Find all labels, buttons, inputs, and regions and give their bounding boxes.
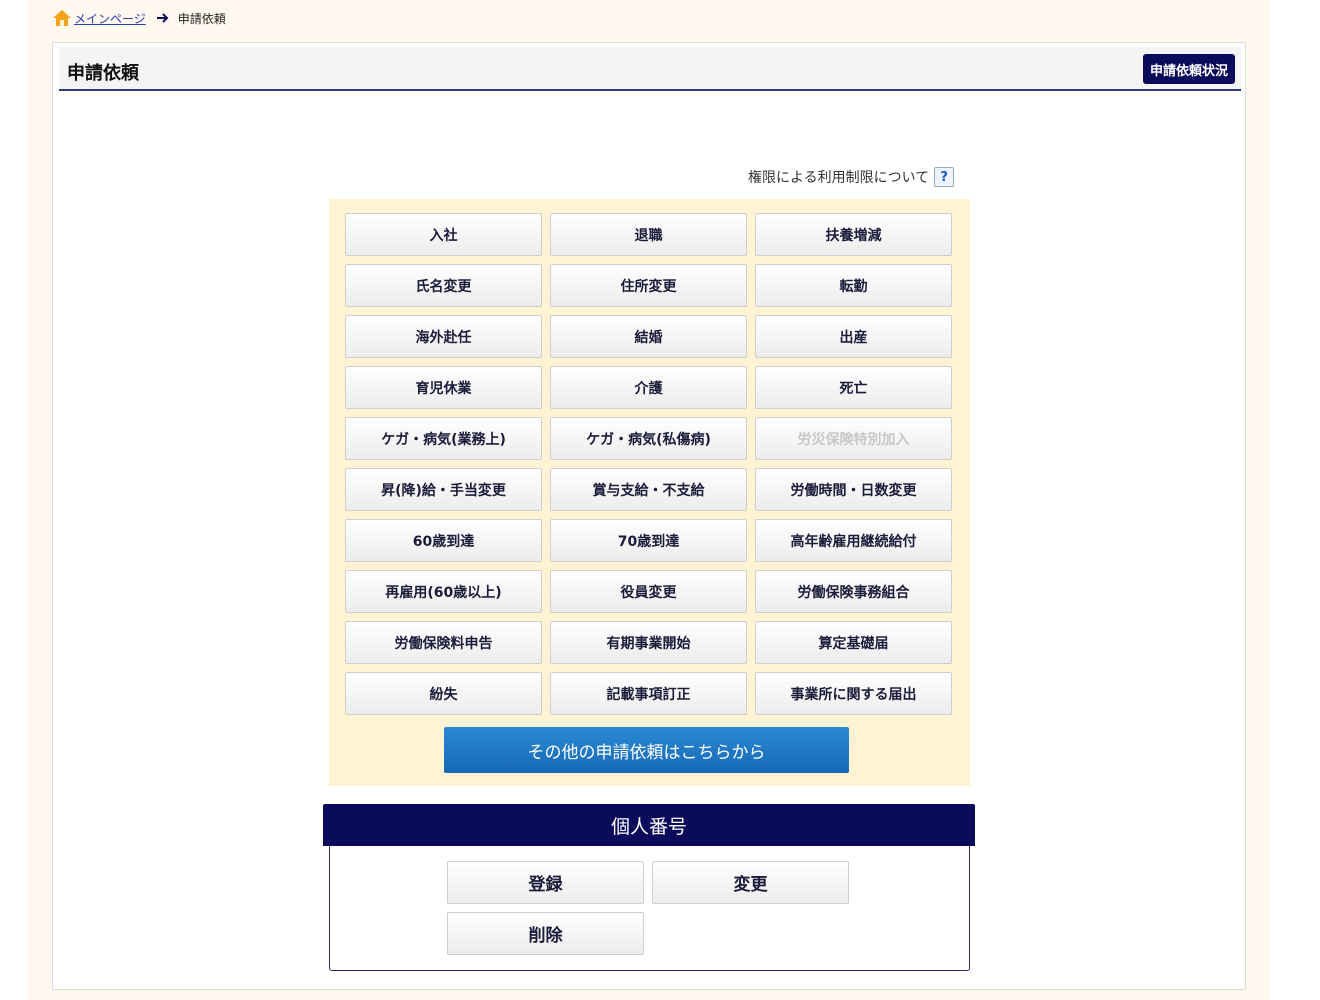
application-button[interactable]: 扶養増減	[755, 213, 952, 256]
request-status-button[interactable]: 申請依頼状況	[1142, 54, 1235, 84]
my-number-header: 個人番号	[323, 804, 975, 846]
application-button[interactable]: 退職	[550, 213, 747, 256]
application-button[interactable]: 介護	[550, 366, 747, 409]
application-button[interactable]: 労働時間・日数変更	[755, 468, 952, 511]
other-applications-button[interactable]: その他の申請依頼はこちらから	[444, 727, 849, 773]
application-button[interactable]: 昇(降)給・手当変更	[345, 468, 542, 511]
delete-button[interactable]: 削除	[447, 912, 644, 955]
application-button[interactable]: ケガ・病気(業務上)	[345, 417, 542, 460]
breadcrumb-home-link[interactable]: メインページ	[74, 10, 146, 27]
application-menu: 入社 退職 扶養増減 氏名変更 住所変更 転勤 海外赴任 結婚 出産 育児休業 介護 死亡 ケガ・病気(…	[329, 199, 970, 786]
application-button[interactable]: 労働保険料申告	[345, 621, 542, 664]
application-button[interactable]: 紛失	[345, 672, 542, 715]
breadcrumb: メインページ 申請依頼	[52, 8, 226, 28]
application-button[interactable]: 事業所に関する届出	[755, 672, 952, 715]
application-button[interactable]: 賞与支給・不支給	[550, 468, 747, 511]
application-button[interactable]: 住所変更	[550, 264, 747, 307]
application-button[interactable]: 氏名変更	[345, 264, 542, 307]
permission-restriction-label[interactable]: 権限による利用制限について	[748, 167, 929, 187]
help-icon[interactable]: ?	[934, 167, 955, 187]
application-button[interactable]: 育児休業	[345, 366, 542, 409]
application-button[interactable]: 労働保険事務組合	[755, 570, 952, 613]
application-button[interactable]: 再雇用(60歳以上)	[345, 570, 542, 613]
application-button[interactable]: 有期事業開始	[550, 621, 747, 664]
my-number-section: 登録 変更 削除	[329, 846, 970, 971]
application-button[interactable]: 転勤	[755, 264, 952, 307]
page-title: 申請依頼	[67, 63, 139, 84]
register-button[interactable]: 登録	[447, 861, 644, 904]
my-number-buttons: 登録 変更 削除	[447, 861, 849, 955]
application-button[interactable]: 入社	[345, 213, 542, 256]
change-button[interactable]: 変更	[652, 861, 849, 904]
application-button[interactable]: 高年齢雇用継続給付	[755, 519, 952, 562]
application-button[interactable]: ケガ・病気(私傷病)	[550, 417, 747, 460]
application-grid: 入社 退職 扶養増減 氏名変更 住所変更 転勤 海外赴任 結婚 出産 育児休業 介護 死亡 ケガ・病気(…	[345, 213, 952, 715]
application-button[interactable]: 記載事項訂正	[550, 672, 747, 715]
application-button[interactable]: 算定基礎届	[755, 621, 952, 664]
application-button[interactable]: 役員変更	[550, 570, 747, 613]
application-button[interactable]: 結婚	[550, 315, 747, 358]
application-button[interactable]: 死亡	[755, 366, 952, 409]
panel-header: 申請依頼 申請依頼状況	[59, 47, 1241, 91]
permission-restriction-link[interactable]: 権限による利用制限について ?	[748, 167, 955, 187]
application-button[interactable]: 出産	[755, 315, 952, 358]
arrow-right-icon	[156, 12, 170, 24]
application-button[interactable]: 海外赴任	[345, 315, 542, 358]
main-panel: 申請依頼 申請依頼状況 権限による利用制限について ? 入社 退職 扶養増減氏名変更…	[52, 42, 1246, 990]
breadcrumb-current: 申請依頼	[177, 11, 226, 26]
application-button[interactable]: 60歳到達	[345, 519, 542, 562]
application-button: 労災保険特別加入	[755, 417, 952, 460]
home-icon[interactable]	[52, 9, 72, 27]
application-button[interactable]: 70歳到達	[550, 519, 747, 562]
